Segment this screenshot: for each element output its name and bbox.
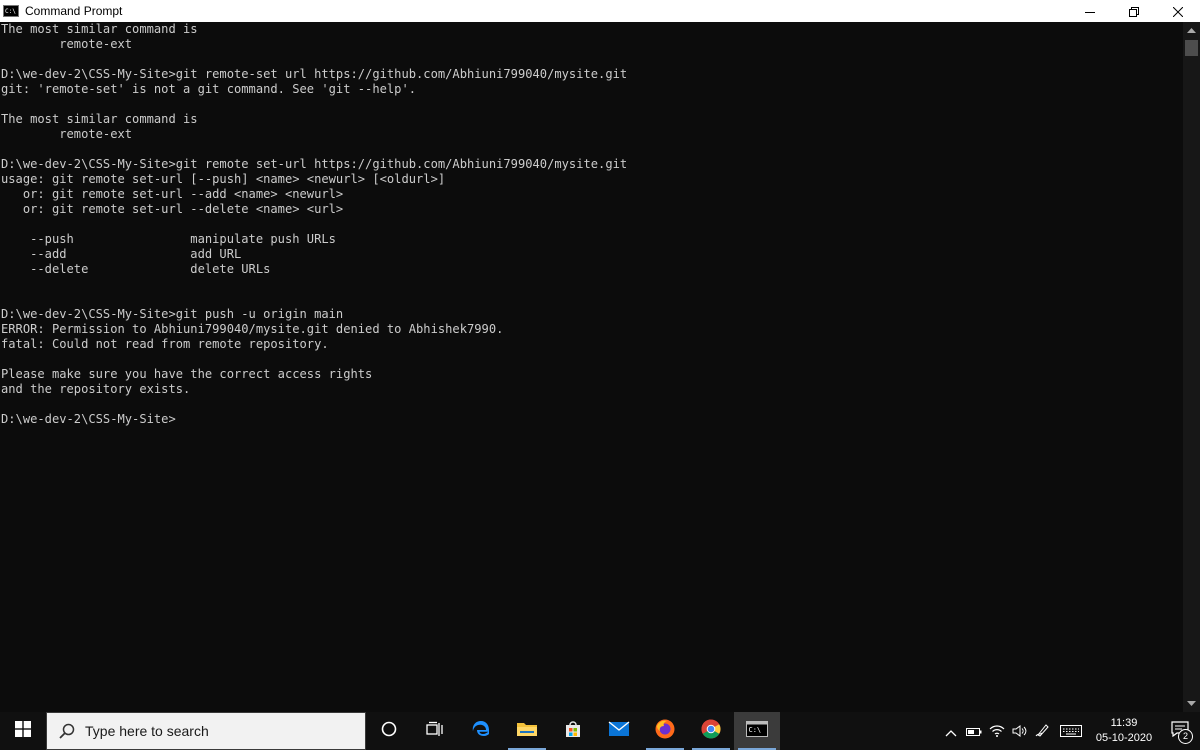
- task-view-icon: [426, 721, 444, 741]
- file-explorer-icon: [516, 720, 538, 742]
- volume-icon: [1012, 722, 1028, 741]
- restore-icon: [1129, 2, 1139, 21]
- console-line: --delete delete URLs: [1, 262, 271, 276]
- store-icon: [563, 719, 583, 743]
- wifi-icon: [989, 722, 1005, 741]
- cortana-button[interactable]: [366, 712, 412, 750]
- taskbar-clock[interactable]: 11:39 05-10-2020: [1088, 712, 1160, 750]
- clock-time: 11:39: [1110, 717, 1138, 729]
- window-titlebar[interactable]: C:\ Command Prompt: [0, 0, 1200, 22]
- wifi-button[interactable]: [985, 712, 1008, 750]
- close-icon: [1172, 2, 1184, 21]
- notification-badge: 2: [1178, 729, 1193, 744]
- keyboard-icon: [1060, 722, 1082, 741]
- search-icon: [59, 723, 75, 739]
- windows-logo-icon: [15, 721, 31, 741]
- search-placeholder: Type here to search: [85, 723, 209, 739]
- console-line: or: git remote set-url --delete <name> <…: [1, 202, 344, 216]
- firefox-icon: [654, 718, 676, 744]
- task-view-button[interactable]: [412, 712, 458, 750]
- close-button[interactable]: [1156, 0, 1200, 22]
- chrome-icon: [700, 718, 722, 744]
- console-line: and the repository exists.: [1, 382, 191, 396]
- svg-text:C:\: C:\: [749, 726, 762, 734]
- file-explorer-button[interactable]: [504, 712, 550, 750]
- taskbar-search-box[interactable]: Type here to search: [46, 712, 366, 750]
- console-line: The most similar command is: [1, 22, 198, 36]
- scroll-up-arrow-icon[interactable]: [1183, 22, 1200, 39]
- vertical-scrollbar[interactable]: [1183, 22, 1200, 712]
- chrome-button[interactable]: [688, 712, 734, 750]
- start-button[interactable]: [0, 712, 46, 750]
- pen-workspace-button[interactable]: [1031, 712, 1054, 750]
- mail-icon: [608, 721, 630, 741]
- console-line: D:\we-dev-2\CSS-My-Site>git push -u orig…: [1, 307, 344, 321]
- minimize-button[interactable]: [1068, 0, 1112, 22]
- clock-date: 05-10-2020: [1095, 732, 1153, 744]
- edge-button[interactable]: [458, 712, 504, 750]
- action-center-button[interactable]: 2: [1160, 712, 1200, 750]
- store-button[interactable]: [550, 712, 596, 750]
- console-line: or: git remote set-url --add <name> <new…: [1, 187, 344, 201]
- console-line: remote-ext: [1, 37, 133, 51]
- console-line: fatal: Could not read from remote reposi…: [1, 337, 329, 351]
- scrollbar-thumb[interactable]: [1185, 40, 1198, 56]
- window-controls: [1068, 0, 1200, 22]
- window-title: Command Prompt: [25, 4, 123, 18]
- battery-icon: [965, 722, 982, 741]
- console-line: Please make sure you have the correct ac…: [1, 367, 373, 381]
- battery-button[interactable]: [962, 712, 985, 750]
- console-line: git: 'remote-set' is not a git command. …: [1, 82, 417, 96]
- mail-button[interactable]: [596, 712, 642, 750]
- cortana-icon: [381, 721, 397, 741]
- console-line: --push manipulate push URLs: [1, 232, 336, 246]
- volume-button[interactable]: [1008, 712, 1031, 750]
- chevron-up-icon: [945, 722, 957, 741]
- firefox-button[interactable]: [642, 712, 688, 750]
- scroll-down-arrow-icon[interactable]: [1183, 695, 1200, 712]
- console-line: ERROR: Permission to Abhiuni799040/mysit…: [1, 322, 504, 336]
- console-line: D:\we-dev-2\CSS-My-Site>: [1, 412, 176, 426]
- touch-keyboard-button[interactable]: [1054, 712, 1088, 750]
- taskbar: Type here to search C:\ 11:39 05-10-2020…: [0, 712, 1200, 750]
- pen-icon: [1035, 722, 1051, 741]
- minimize-icon: [1085, 2, 1095, 21]
- system-tray: 11:39 05-10-2020 2: [939, 712, 1200, 750]
- console-line: --add add URL: [1, 247, 242, 261]
- command-prompt-icon: C:\: [3, 5, 19, 17]
- restore-button[interactable]: [1112, 0, 1156, 22]
- show-hidden-icons-button[interactable]: [939, 712, 962, 750]
- console-line: D:\we-dev-2\CSS-My-Site>git remote set-u…: [1, 157, 628, 171]
- svg-text:C:\: C:\: [5, 8, 16, 15]
- edge-icon: [471, 719, 491, 743]
- command-prompt-taskbar-button[interactable]: C:\: [734, 712, 780, 750]
- command-prompt-icon: C:\: [746, 721, 768, 741]
- console-line: The most similar command is: [1, 112, 198, 126]
- console-output[interactable]: The most similar command is remote-ext D:…: [0, 22, 1183, 712]
- console-line: D:\we-dev-2\CSS-My-Site>git remote-set u…: [1, 67, 628, 81]
- console-line: usage: git remote set-url [--push] <name…: [1, 172, 446, 186]
- console-line: remote-ext: [1, 127, 133, 141]
